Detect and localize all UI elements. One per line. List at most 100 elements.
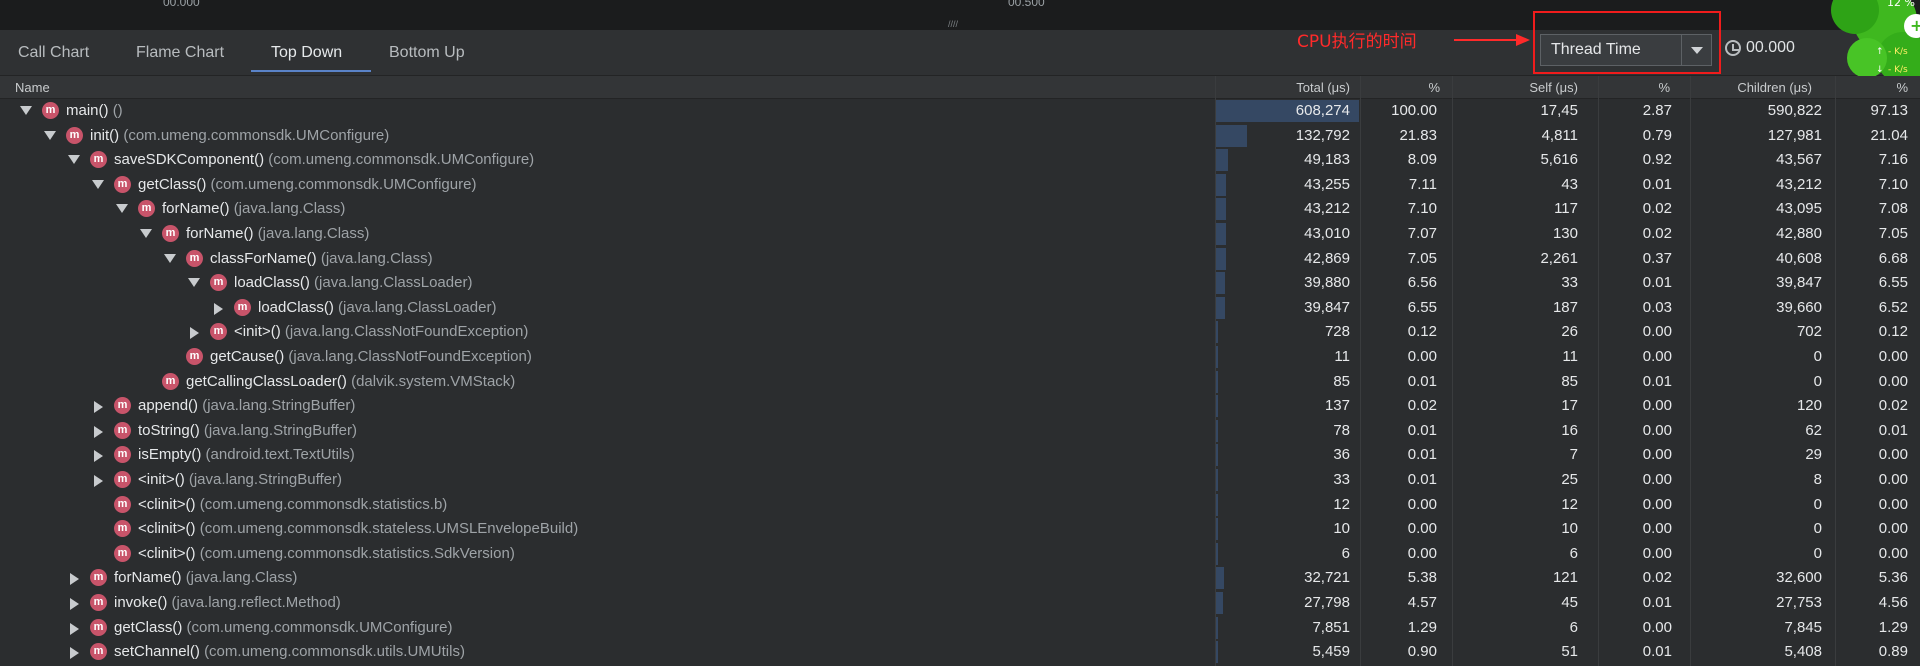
col-header-self[interactable]: Self (μs) <box>1460 80 1578 95</box>
expand-arrow-icon[interactable] <box>94 450 103 463</box>
total-time-bar <box>1216 616 1218 639</box>
table-row[interactable]: m <clinit>() (com.umeng.commonsdk.statist… <box>0 542 1920 566</box>
method-function: <init>() <box>138 471 185 488</box>
cell-sp: 0.00 <box>1642 323 1672 341</box>
collapse-arrow-icon[interactable] <box>20 106 32 115</box>
resize-grip-icon[interactable]: //// <box>948 20 972 29</box>
table-row[interactable]: m <clinit>() (com.umeng.commonsdk.statele… <box>0 517 1920 541</box>
col-header-total-pct[interactable]: % <box>1400 80 1440 95</box>
cell-tp: 0.01 <box>1407 446 1437 464</box>
cell-children: 5,408 <box>1784 643 1822 661</box>
collapse-arrow-icon[interactable] <box>44 130 56 140</box>
table-row[interactable]: m forName() (java.lang.Class) 43,010 7.07 13… <box>0 222 1920 246</box>
collapse-arrow-icon[interactable] <box>164 253 176 263</box>
widget-download-rate: - K/s <box>1888 65 1908 75</box>
tab-bottom-up[interactable]: Bottom Up <box>389 44 465 62</box>
expand-arrow-icon[interactable] <box>94 401 103 414</box>
cell-total: 49,183 <box>1304 151 1350 169</box>
table-row[interactable]: m getClass() (com.umeng.commonsdk.UMConfi… <box>0 616 1920 640</box>
cell-total: 78 <box>1333 421 1350 439</box>
table-row[interactable]: m getCause() (java.lang.ClassNotFoundExce… <box>0 345 1920 369</box>
cell-total: 39,880 <box>1304 274 1350 292</box>
cell-total: 27,798 <box>1304 594 1350 611</box>
table-row[interactable]: m <init>() (java.lang.ClassNotFoundExcept… <box>0 320 1920 344</box>
expand-arrow-icon[interactable] <box>94 475 103 487</box>
annotation-label: CPU执行的时间 <box>1297 32 1417 52</box>
table-row[interactable]: m classForName() (java.lang.Class) 42,869 7… <box>0 247 1920 271</box>
table-row[interactable]: m main() () 608,274 100.00 17,45 2.87 590,822 9… <box>0 99 1920 123</box>
clock-type-select[interactable]: Thread Time <box>1540 34 1712 66</box>
cell-cp: 6.55 <box>1878 274 1908 292</box>
method-function: getCallingClassLoader() <box>186 372 347 390</box>
tab-top-down[interactable]: Top Down <box>271 44 342 62</box>
cell-total: 7,851 <box>1312 618 1350 636</box>
table-row[interactable]: m loadClass() (java.lang.ClassLoader) 39,8… <box>0 296 1920 320</box>
table-row[interactable]: m setChannel() (com.umeng.commonsdk.utils… <box>0 640 1920 664</box>
tab-flame-chart[interactable]: Flame Chart <box>136 44 224 62</box>
expand-arrow-icon[interactable] <box>70 622 79 635</box>
method-class: () <box>112 102 123 119</box>
cell-sp: 0.00 <box>1642 446 1672 464</box>
table-row[interactable]: m init() (com.umeng.commonsdk.UMConfigure… <box>0 124 1920 148</box>
cell-total: 39,847 <box>1304 298 1350 316</box>
cell-cp: 7.10 <box>1878 175 1908 193</box>
collapse-arrow-icon[interactable] <box>92 179 104 189</box>
col-header-name[interactable]: Name <box>15 80 50 95</box>
cell-tp: 4.57 <box>1407 594 1437 611</box>
table-row[interactable]: m loadClass() (java.lang.ClassLoader) 39,8… <box>0 271 1920 295</box>
table-row[interactable]: m saveSDKComponent() (com.umeng.commonsdk… <box>0 148 1920 172</box>
collapse-arrow-icon[interactable] <box>140 229 152 238</box>
expand-arrow-icon[interactable] <box>94 425 103 438</box>
cell-self: 17 <box>1561 397 1578 415</box>
table-row[interactable]: m append() (java.lang.StringBuffer) 137 0.0… <box>0 394 1920 418</box>
method-name: <clinit>() (com.umeng.commonsdk.statisti… <box>138 545 515 562</box>
expand-arrow-icon[interactable] <box>70 647 79 660</box>
cell-children: 0 <box>1813 495 1822 513</box>
cell-children: 0 <box>1813 348 1822 365</box>
cell-tp: 7.10 <box>1407 200 1437 218</box>
cell-children: 0 <box>1813 544 1822 562</box>
cell-sp: 0.92 <box>1642 151 1672 169</box>
method-name: init() (com.umeng.commonsdk.UMConfigure) <box>90 127 389 144</box>
table-row[interactable]: m toString() (java.lang.StringBuffer) 78 0.… <box>0 419 1920 443</box>
cell-cp: 5.36 <box>1878 569 1908 587</box>
method-name: <clinit>() (com.umeng.commonsdk.statisti… <box>138 496 447 513</box>
cell-cp: 0.00 <box>1878 495 1908 513</box>
method-icon: m <box>234 298 251 316</box>
total-time-bar <box>1216 641 1218 664</box>
expand-arrow-icon[interactable] <box>70 598 79 610</box>
tab-call-chart[interactable]: Call Chart <box>18 44 89 62</box>
clock-type-value: Thread Time <box>1551 41 1641 58</box>
table-row[interactable]: m <init>() (java.lang.StringBuffer) 33 0.01… <box>0 468 1920 492</box>
table-row[interactable]: m invoke() (java.lang.reflect.Method) 27,7… <box>0 591 1920 615</box>
col-header-children[interactable]: Children (μs) <box>1680 80 1812 95</box>
chevron-down-icon[interactable] <box>1681 35 1711 65</box>
col-header-children-pct[interactable]: % <box>1860 80 1908 95</box>
collapse-arrow-icon[interactable] <box>188 278 200 288</box>
expand-arrow-icon[interactable] <box>190 327 199 340</box>
table-row[interactable]: m forName() (java.lang.Class) 43,212 7.10 11… <box>0 197 1920 221</box>
method-icon: m <box>210 274 227 292</box>
cell-cp: 97.13 <box>1870 102 1908 119</box>
col-header-self-pct[interactable]: % <box>1630 80 1670 95</box>
collapse-arrow-icon[interactable] <box>68 155 80 165</box>
table-row[interactable]: m getClass() (com.umeng.commonsdk.UMConfi… <box>0 173 1920 197</box>
expand-arrow-icon[interactable] <box>70 573 79 586</box>
method-class: (dalvik.system.VMStack) <box>351 372 516 390</box>
cell-children: 39,660 <box>1776 298 1822 316</box>
cell-self: 26 <box>1561 323 1578 341</box>
method-name: loadClass() (java.lang.ClassLoader) <box>258 299 496 316</box>
method-name: getClass() (com.umeng.commonsdk.UMConfig… <box>138 176 476 193</box>
table-row[interactable]: m <clinit>() (com.umeng.commonsdk.statist… <box>0 493 1920 517</box>
table-row[interactable]: m isEmpty() (android.text.TextUtils) 36 0.0… <box>0 443 1920 467</box>
table-row[interactable]: m getCallingClassLoader() (dalvik.system.… <box>0 370 1920 394</box>
total-time-bar <box>1216 419 1218 442</box>
table-row[interactable]: m forName() (java.lang.Class) 32,721 5.38 12… <box>0 566 1920 590</box>
collapse-arrow-icon[interactable] <box>116 204 128 214</box>
method-function: loadClass() <box>234 274 310 292</box>
cell-sp: 0.00 <box>1642 397 1672 415</box>
cell-total: 33 <box>1333 471 1350 488</box>
expand-arrow-icon[interactable] <box>214 302 223 315</box>
method-icon: m <box>66 126 83 144</box>
col-header-total[interactable]: Total (μs) <box>1200 80 1350 95</box>
